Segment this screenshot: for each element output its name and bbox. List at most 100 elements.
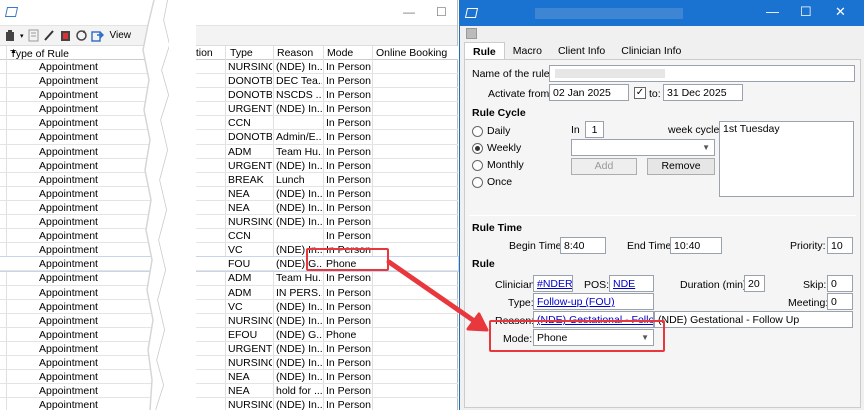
col-type[interactable]: Type (230, 47, 253, 59)
activate-from-input[interactable]: 02 Jan 2025 (549, 84, 629, 101)
table-row[interactable]: Appointment NEA (NDE) In... In Person (0, 187, 458, 201)
cell-appt-type: ADM (228, 272, 252, 285)
col-mode[interactable]: Mode (327, 47, 353, 59)
cell-appt-type: FOU (228, 258, 251, 271)
save-icon[interactable] (466, 28, 477, 39)
cell-type-of-rule: Appointment (39, 103, 98, 116)
table-row[interactable]: Appointment NURSING (NDE) In... In Person (0, 398, 458, 410)
cell-appt-type: DONOTB... (228, 89, 272, 102)
table-row[interactable]: Appointment NURSING (NDE) In... In Person (0, 356, 458, 371)
table-row[interactable]: Appointment CCN In Person (0, 229, 458, 244)
cell-type-of-rule: Appointment (39, 131, 98, 144)
table-row[interactable]: Appointment FOU (NDE) G... Phone (0, 256, 459, 273)
meeting-input[interactable]: 0 (827, 293, 853, 310)
redacted-name (555, 69, 665, 78)
table-row[interactable]: Appointment DONOTB... DEC Tea... In Person (0, 74, 458, 89)
radio-once[interactable] (472, 177, 483, 188)
rule-cycle-heading: Rule Cycle (472, 107, 526, 119)
skip-input[interactable]: 0 (827, 275, 853, 292)
cell-mode: In Person (326, 201, 371, 214)
table-row[interactable]: Appointment ADM Team Hu... In Person (0, 271, 458, 286)
cell-mode: In Person (326, 61, 371, 73)
delete-icon[interactable] (59, 29, 72, 42)
cell-reason: (NDE) In... (276, 371, 322, 384)
tab-clinician-info[interactable]: Clinician Info (613, 42, 689, 60)
edit-pencil-icon[interactable] (43, 29, 56, 42)
cell-reason: (NDE) In... (276, 201, 322, 214)
table-row[interactable]: Appointment URGENT (NDE) In... In Person (0, 159, 458, 173)
table-row[interactable]: Appointment ADM IN PERS... In Person (0, 286, 458, 300)
refresh-icon[interactable] (75, 29, 88, 42)
col-reason[interactable]: Reason (277, 47, 313, 59)
tab-rule[interactable]: Rule (464, 42, 505, 60)
end-time-input[interactable]: 10:40 (670, 237, 722, 254)
radio-daily[interactable] (472, 126, 483, 137)
close-icon[interactable]: ✕ (835, 5, 846, 19)
cell-reason: Team Hu... (276, 272, 322, 285)
tab-client-info[interactable]: Client Info (550, 42, 613, 60)
maximize-icon[interactable]: ☐ (436, 6, 447, 18)
cell-reason: Admin/E... (276, 131, 322, 144)
minimize-icon[interactable]: — (766, 5, 779, 19)
in-label: In (571, 124, 580, 136)
radio-label-daily: Daily (487, 125, 511, 137)
add-button[interactable]: Add (571, 158, 637, 175)
week-cycle-item[interactable]: 1st Tuesday (723, 123, 850, 135)
dropdown-arrow-icon[interactable]: ▾ (20, 32, 24, 40)
clinician-input[interactable]: #NDERN (533, 275, 573, 292)
in-weeks-input[interactable]: 1 (585, 121, 604, 138)
duration-input[interactable]: 20 (744, 275, 765, 292)
week-cycle-list[interactable]: 1st Tuesday (719, 121, 854, 197)
table-row[interactable]: Appointment CCN In Person (0, 116, 458, 131)
cell-appt-type: DONOTB... (228, 131, 272, 144)
col-location[interactable]: ation (190, 47, 213, 59)
document-icon[interactable] (27, 29, 40, 42)
table-row[interactable]: Appointment VC (NDE) In... In Person (0, 300, 458, 314)
to-checkbox[interactable]: ✓ (634, 87, 646, 99)
minimize-icon[interactable]: — (403, 6, 415, 18)
cell-type-of-rule: Appointment (39, 356, 98, 369)
table-row[interactable]: Appointment NEA (NDE) In... In Person (0, 370, 458, 385)
table-row[interactable]: Appointment VC (NDE) In... In Person (0, 243, 458, 258)
chevron-down-icon: ▼ (702, 143, 710, 152)
table-row[interactable]: Appointment EFOU (NDE) G... Phone (0, 328, 458, 342)
cell-reason: (NDE) In... (276, 187, 322, 200)
table-row[interactable]: Appointment URGENT (NDE) In... In Person (0, 102, 458, 117)
table-row[interactable]: Appointment NURSING (NDE) In... In Person (0, 215, 458, 230)
table-row[interactable]: Appointment DONOTB... NSCDS ... In Person (0, 88, 458, 103)
cell-type-of-rule: Appointment (39, 89, 98, 102)
priority-input[interactable]: 10 (827, 237, 853, 254)
radio-weekly[interactable] (472, 143, 483, 154)
col-name[interactable]: N (143, 47, 151, 59)
new-rule-icon[interactable] (4, 29, 17, 42)
col-online-booking[interactable]: Online Booking (376, 47, 447, 59)
table-row[interactable]: Appointment ADM Team Hu... In Person (0, 145, 458, 159)
table-row[interactable]: Appointment BREAK Lunch In Person (0, 173, 458, 187)
table-row[interactable]: Appointment NEA hold for ... In Person (0, 384, 458, 399)
table-row[interactable]: Appointment NURSING (NDE) In... In Person (0, 60, 458, 75)
table-row[interactable]: Appointment NEA (NDE) In... In Person (0, 201, 458, 216)
rule-time-heading: Rule Time (472, 222, 522, 234)
activate-to-input[interactable]: 31 Dec 2025 (663, 84, 743, 101)
cell-mode: In Person (326, 342, 371, 355)
weekday-select[interactable]: ▼ (571, 139, 715, 156)
view-menu[interactable]: View (110, 30, 132, 41)
tab-macro[interactable]: Macro (505, 42, 550, 60)
type-input[interactable]: Follow-up (FOU) (533, 293, 654, 310)
table-row[interactable]: Appointment NURSING (NDE) In... In Person (0, 314, 458, 328)
dialog-toolbar (460, 26, 864, 42)
remove-button[interactable]: Remove (647, 158, 715, 175)
cell-reason: Lunch (276, 173, 305, 186)
week-cycle-label: week cycle: (668, 124, 723, 136)
divider (469, 215, 856, 216)
begin-time-input[interactable]: 8:40 (560, 237, 606, 254)
cell-appt-type: ADM (228, 286, 252, 299)
radio-monthly[interactable] (472, 160, 483, 171)
export-icon[interactable] (90, 29, 104, 42)
pos-input[interactable]: NDE (609, 275, 654, 292)
table-row[interactable]: Appointment URGENT (NDE) In... In Person (0, 342, 458, 356)
pos-label: POS: (584, 279, 610, 291)
maximize-icon[interactable]: ☐ (800, 5, 812, 19)
table-row[interactable]: Appointment DONOTB... Admin/E... In Person (0, 130, 458, 145)
cell-reason: IN PERS... (276, 286, 322, 299)
